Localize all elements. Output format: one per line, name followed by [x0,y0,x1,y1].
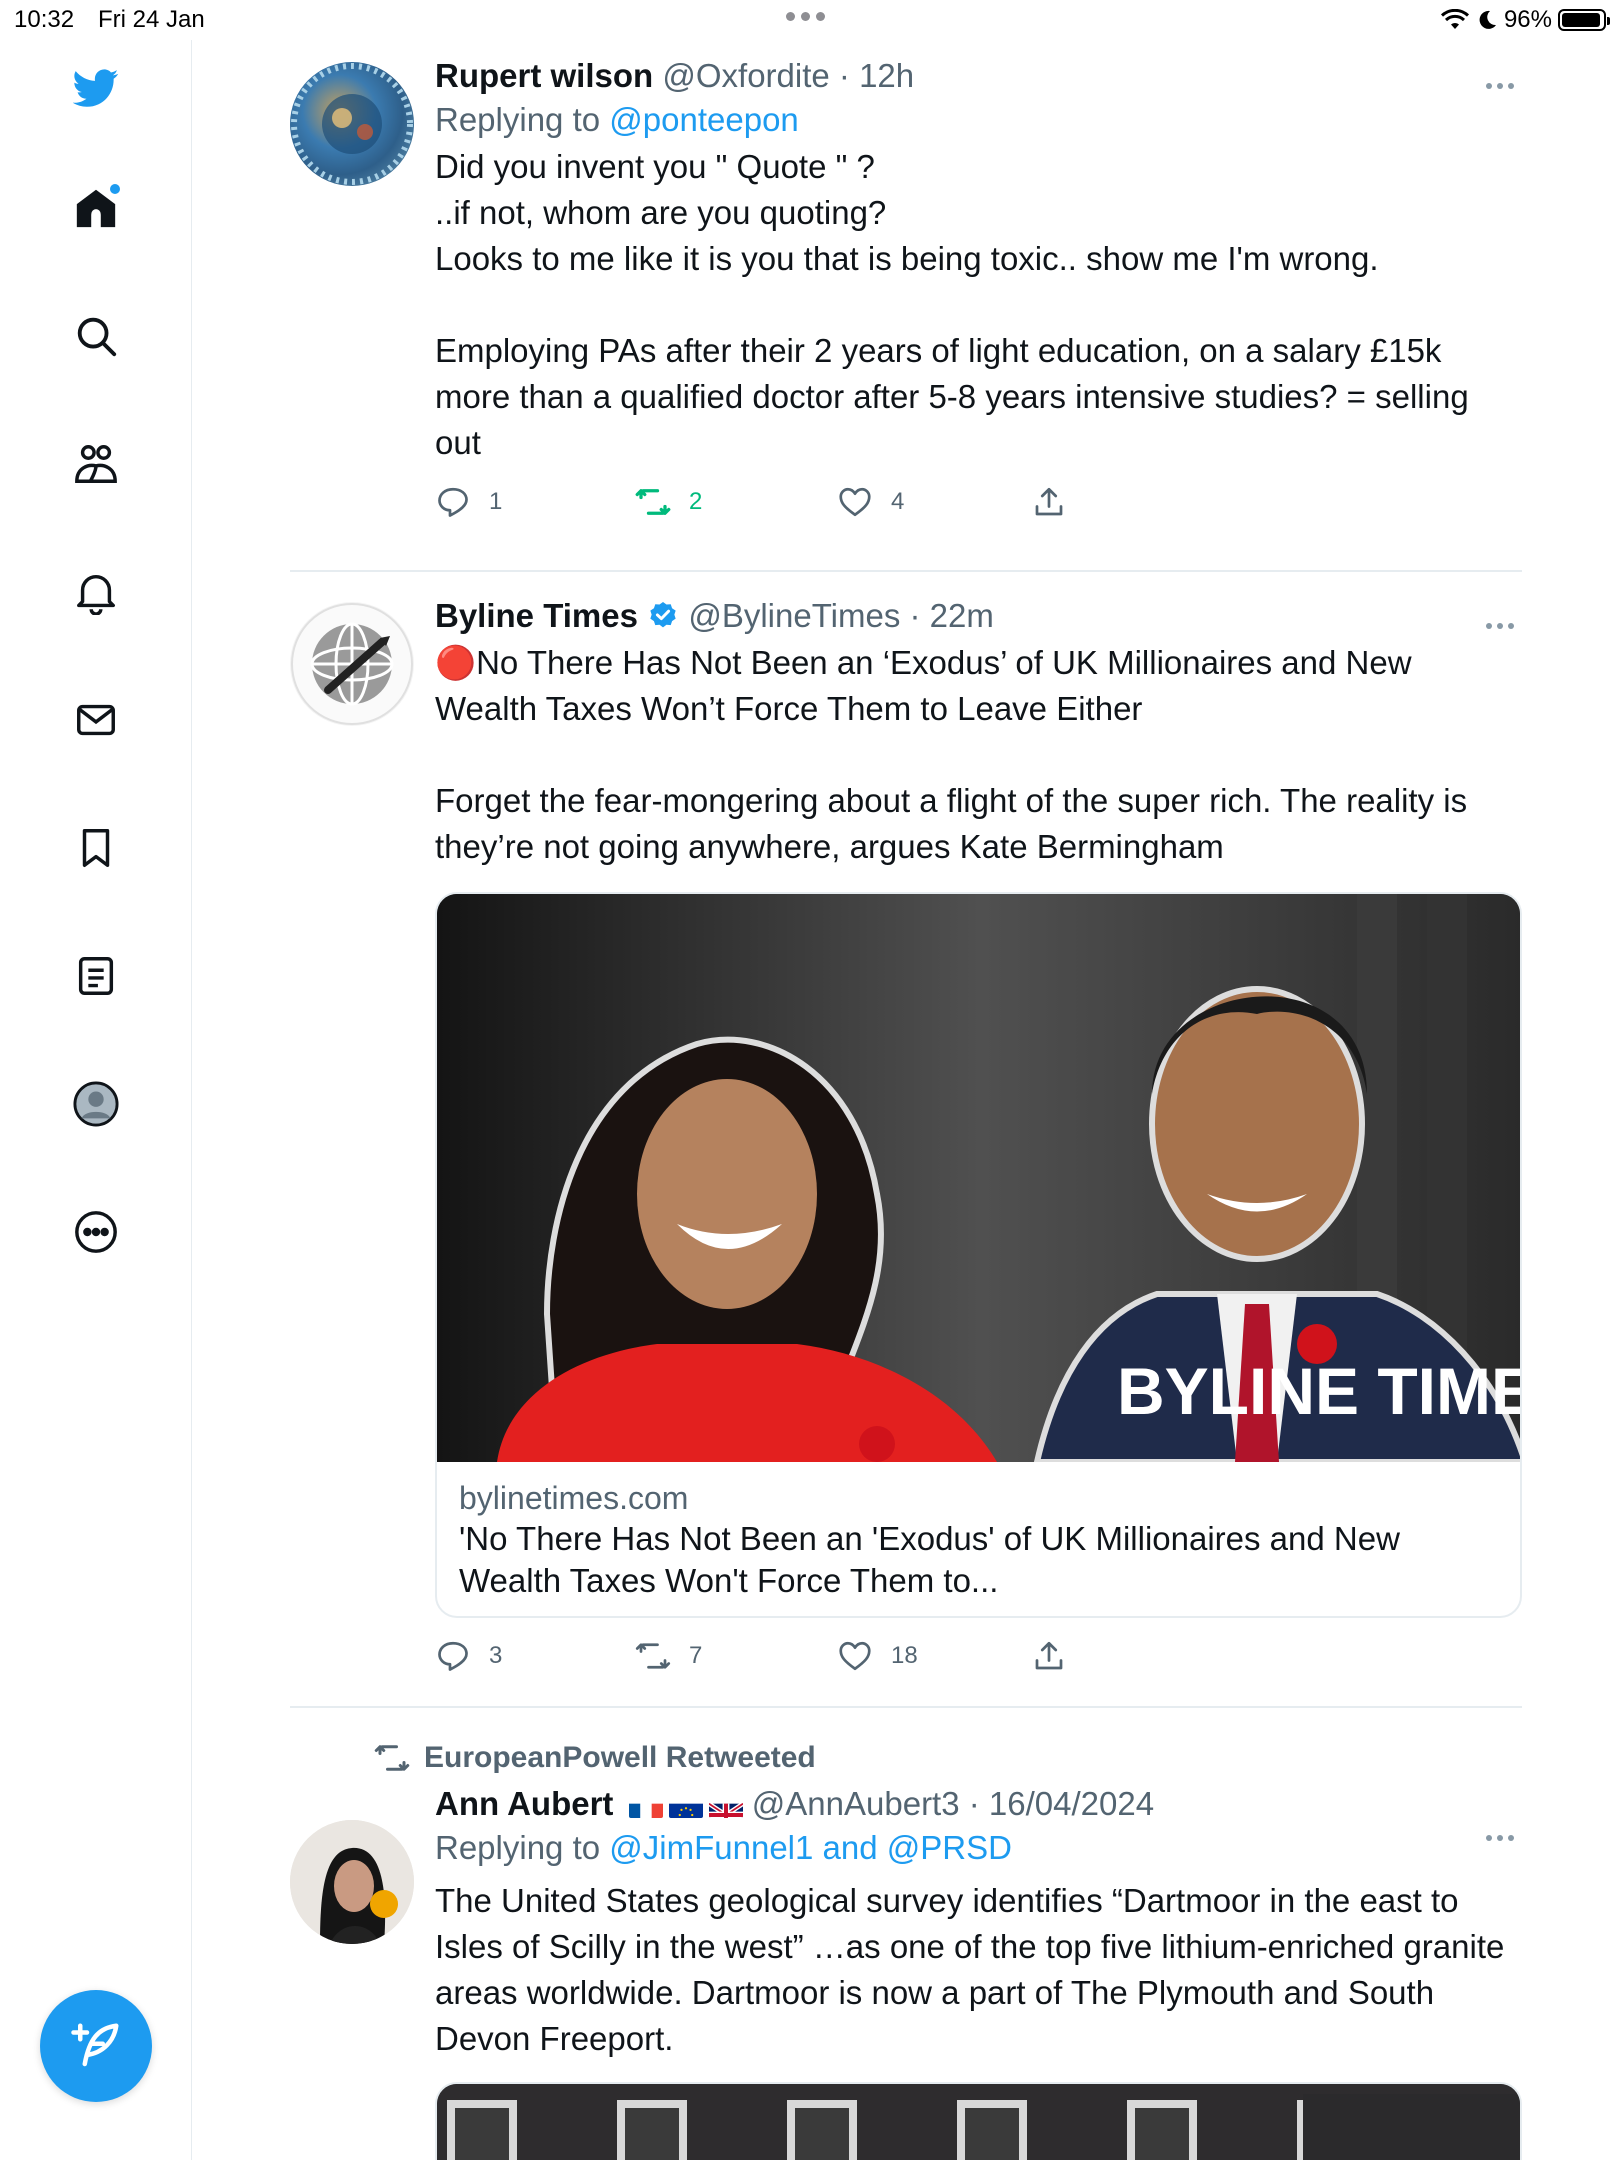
display-name[interactable]: Rupert wilson [435,57,653,94]
link-preview-card[interactable]: BYLINE TIMES bylinetimes.com 'No There H… [435,892,1522,1618]
avatar[interactable] [290,1820,414,1944]
tweet-text: The United States geological survey iden… [435,1882,1514,2057]
more-options-icon[interactable] [1478,1828,1522,1848]
like-count: 18 [891,1642,918,1669]
tweet-text: 🔴No There Has Not Been an ‘Exodus’ of UK… [435,644,1468,865]
retweet-icon [374,1745,410,1771]
reply-icon [438,487,468,517]
reply-button[interactable]: 1 [435,484,502,520]
bookmark-icon[interactable] [70,822,122,874]
search-icon[interactable] [70,310,122,362]
battery-percentage: 96% [1503,6,1552,33]
retweeted-by-label[interactable]: EuropeanPowell Retweeted [424,1738,816,1778]
like-button[interactable]: 4 [837,484,904,520]
more-options-icon[interactable] [1478,76,1522,96]
wifi-icon [1440,9,1469,29]
tweet-text: Did you invent you " Quote " ? ..if not,… [435,148,1469,461]
more-options-icon[interactable] [1478,616,1522,636]
replying-prefix: Replying to [435,1829,601,1866]
like-count: 4 [891,488,905,515]
card-image: YORKSHIRE [437,2084,1520,2160]
replying-to: Replying to @ponteepon [435,98,1522,142]
replying-prefix: Replying to [435,101,601,138]
share-button[interactable] [1031,1638,1067,1674]
share-icon [1035,1641,1063,1670]
tweet[interactable]: Rupert wilson @Oxfordite · 12h Replying … [290,40,1522,572]
handle[interactable]: @Oxfordite [662,57,829,94]
status-right: 96% [1440,6,1610,34]
retweet-count: 2 [689,488,703,515]
tweet-actions: 1 2 4 [435,484,1522,544]
home-icon[interactable] [70,182,122,234]
display-name[interactable]: Byline Times [435,597,638,634]
reply-button[interactable]: 3 [435,1638,502,1674]
list-icon[interactable] [70,950,122,1002]
card-domain[interactable]: bylinetimes.com [459,1478,1498,1518]
timestamp[interactable]: 22m [930,597,994,634]
heart-icon [839,487,871,517]
tweet[interactable]: Byline Times @BylineTimes · 22m 🔴No Ther… [290,572,1522,1708]
media-card[interactable]: YORKSHIRE [435,2082,1522,2160]
tweet[interactable]: EuropeanPowell Retweeted Ann Aubert @Ann… [290,1738,1522,2160]
reply-count: 3 [489,1642,503,1669]
timeline: Rupert wilson @Oxfordite · 12h Replying … [290,40,1522,2160]
status-date: Fri 24 Jan [98,6,205,33]
share-button[interactable] [1031,484,1067,520]
display-name[interactable]: Ann Aubert [435,1785,613,1822]
verified-badge-icon [650,602,676,628]
retweeted-by: EuropeanPowell Retweeted [374,1738,1522,1778]
retweet-icon [635,489,671,515]
status-bar: 10:32 Fri 24 Jan 96% [0,0,1620,40]
avatar[interactable] [290,62,414,186]
handle[interactable]: @BylineTimes [688,597,900,634]
compose-tweet-button[interactable] [40,1990,152,2102]
communities-icon[interactable] [70,438,122,490]
twitter-bird-icon[interactable] [70,62,122,114]
timestamp[interactable]: 12h [859,57,914,94]
replying-to: Replying to @JimFunnel1 and @PRSD [435,1826,1522,1870]
multitasking-dots-icon[interactable] [786,12,834,26]
card-title[interactable]: 'No There Has Not Been an 'Exodus' of UK… [459,1518,1498,1602]
share-icon [1035,487,1063,516]
tweet-header: Byline Times @BylineTimes · 22m [435,597,994,634]
like-button[interactable]: 18 [837,1638,918,1674]
notification-dot [110,184,120,194]
retweet-button[interactable]: 7 [635,1638,702,1674]
envelope-icon[interactable] [70,694,122,746]
heart-icon [839,1641,871,1671]
bell-icon[interactable] [70,566,122,618]
avatar[interactable] [290,602,414,726]
tweet-actions: 3 7 18 [435,1638,1522,1698]
compose-feather-icon [71,2023,119,2067]
status-time: 10:32 [14,6,75,33]
retweet-count: 7 [689,1642,703,1669]
more-circle-icon[interactable] [70,1206,122,1258]
tweet-header: Ann Aubert @AnnAubert3 · 16/04/2024 [435,1782,1522,1826]
battery-icon [1558,9,1610,31]
profile-avatar-icon[interactable] [70,1078,122,1130]
handle[interactable]: @AnnAubert3 [752,1785,960,1822]
reply-icon [438,1641,468,1671]
card-watermark: BYLINE TIMES [1117,1354,1520,1428]
uk-flag-icon [708,1794,743,1819]
replying-to-link[interactable]: @JimFunnel1 and @PRSD [609,1829,1012,1866]
retweet-button[interactable]: 2 [635,484,702,520]
replying-to-link[interactable]: @ponteepon [609,101,799,138]
moon-icon [1479,10,1496,29]
france-flag-icon [628,1794,663,1819]
card-meta: bylinetimes.com 'No There Has Not Been a… [437,1462,1520,1616]
tweet-header: Rupert wilson @Oxfordite · 12h [435,57,915,94]
reply-count: 1 [489,488,503,515]
card-image: BYLINE TIMES [437,894,1520,1462]
sidebar-nav [0,40,192,2160]
timestamp[interactable]: 16/04/2024 [989,1785,1154,1822]
retweet-icon [635,1643,671,1669]
eu-flag-icon [668,1794,703,1819]
